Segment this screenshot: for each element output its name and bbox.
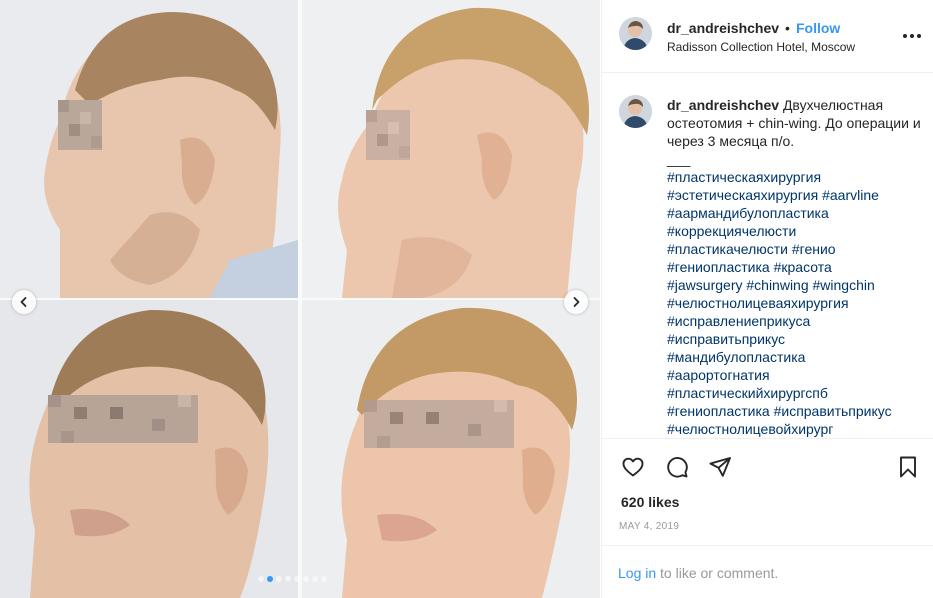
login-link[interactable]: Log in (618, 565, 656, 581)
post-caption: dr_andreishchev Двухчелюстная остеотомия… (602, 73, 933, 439)
hashtag-line[interactable]: #гениопластика #исправитьприкус (667, 402, 922, 420)
carousel-dot (321, 576, 327, 582)
hashtag-line[interactable]: #исправлениеприкуса (667, 312, 922, 330)
more-options-icon[interactable] (902, 26, 922, 46)
save-button[interactable] (896, 455, 922, 481)
after-profile-photo (302, 0, 600, 298)
carousel-dot (303, 576, 309, 582)
caption-text: dr_andreishchev Двухчелюстная остеотомия… (667, 96, 922, 438)
action-bar (602, 455, 933, 485)
carousel-dot (312, 576, 318, 582)
carousel-dot (294, 576, 300, 582)
hashtag-line[interactable]: #пластическийхирургспб (667, 384, 922, 402)
hashtag-line[interactable]: #мандибулопластика (667, 348, 922, 366)
post-date[interactable]: MAY 4, 2019 (619, 521, 679, 532)
caption-username[interactable]: dr_andreishchev (667, 97, 779, 113)
hashtag-line[interactable]: #пластическаяхирургия (667, 168, 922, 186)
hashtag-line[interactable]: #jawsurgery #chinwing #wingchin (667, 276, 922, 294)
hashtag-line[interactable]: #аарортогнатия (667, 366, 922, 384)
follow-separator: • (785, 20, 790, 36)
before-profile-photo (0, 0, 298, 298)
author-username[interactable]: dr_andreishchev (667, 20, 779, 36)
bookmark-icon (900, 456, 916, 478)
hashtag-line[interactable]: #коррекциячелюсти (667, 222, 922, 240)
chevron-right-icon (573, 297, 580, 307)
carousel-dot (258, 576, 264, 582)
post-sidebar: dr_andreishchev • Follow Radisson Collec… (601, 0, 933, 598)
login-prompt-text: to like or comment. (656, 565, 779, 581)
chevron-left-icon (20, 297, 27, 307)
hashtag-line[interactable]: #пластикачелюсти #генио (667, 240, 922, 258)
heart-icon (622, 457, 644, 477)
post-header: dr_andreishchev • Follow Radisson Collec… (602, 0, 933, 73)
hashtag-line[interactable]: #гениопластика #красота (667, 258, 922, 276)
carousel-dot (285, 576, 291, 582)
share-icon (709, 457, 731, 477)
hashtag-list: #пластическаяхирургия #эстетическаяхирург… (667, 168, 922, 438)
hashtag-line[interactable]: #челюстнолицеваяхирургия (667, 294, 922, 312)
like-button[interactable] (621, 455, 647, 481)
hashtag-line[interactable]: #исправитьприкус (667, 330, 922, 348)
like-count[interactable]: 620 likes (621, 494, 679, 510)
carousel-next-button[interactable] (564, 290, 588, 314)
post-location[interactable]: Radisson Collection Hotel, Moscow (667, 40, 855, 54)
share-button[interactable] (708, 455, 734, 481)
author-avatar[interactable] (619, 17, 652, 50)
hashtag-line[interactable]: #аармандибулопластика (667, 204, 922, 222)
hashtag-line[interactable]: #эстетическаяхирургия #aarvline (667, 186, 922, 204)
hashtag-line[interactable]: #челюстнолицевойхирург (667, 420, 922, 438)
post-media-carousel[interactable] (0, 0, 600, 598)
before-three-quarter-photo (0, 300, 298, 598)
carousel-prev-button[interactable] (12, 290, 36, 314)
carousel-dot (276, 576, 282, 582)
after-three-quarter-photo (302, 300, 600, 598)
follow-button[interactable]: Follow (796, 20, 840, 36)
comment-button[interactable] (665, 455, 691, 481)
login-prompt: Log in to like or comment. (602, 545, 933, 598)
caption-divider: ___ (667, 151, 691, 167)
comment-icon (667, 457, 688, 478)
carousel-dot (267, 576, 273, 582)
caption-author-avatar[interactable] (619, 95, 652, 128)
carousel-indicator (258, 576, 327, 582)
